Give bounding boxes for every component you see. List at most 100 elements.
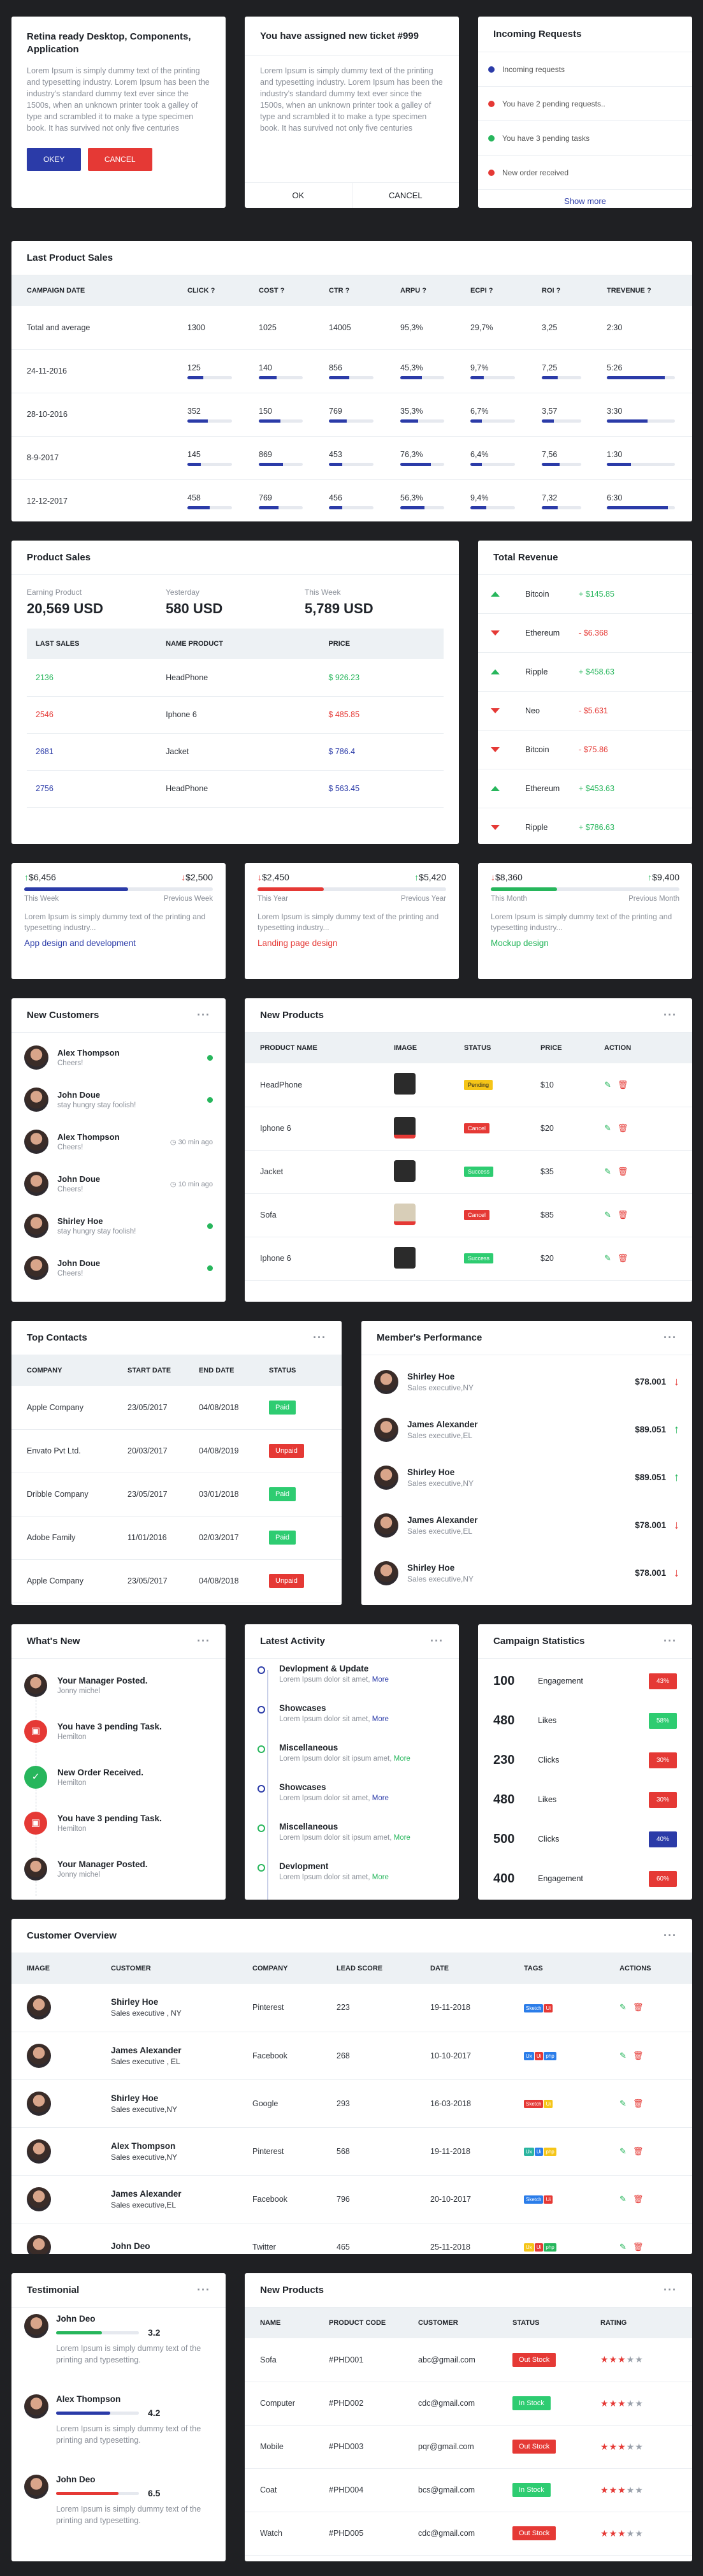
edit-icon[interactable]: ✎ [604,1123,611,1133]
avatar [374,1465,398,1490]
more-menu-icon[interactable]: ··· [663,1008,677,1022]
metric-cell: 1025 [243,306,314,350]
more-menu-icon[interactable]: ··· [313,1331,326,1344]
edit-icon[interactable]: ✎ [620,2051,627,2061]
member-item[interactable]: Shirley Hoe Sales executive,NY $78.001 ↓ [374,1358,679,1406]
products-table: NAME PRODUCT CODE CUSTOMER STATUS RATING Sofa… [245,2308,692,2556]
check-icon: ✓ [24,1766,47,1789]
summary-link[interactable]: Mockup design [491,938,679,948]
more-menu-icon[interactable]: ··· [663,1634,677,1648]
edit-icon[interactable]: ✎ [604,1080,611,1090]
campaign-count: 500 [493,1831,515,1846]
request-item[interactable]: You have 2 pending requests.. [478,87,692,121]
member-item[interactable]: Shirley Hoe Sales executive,NY $89.051 ↑ [374,1453,679,1501]
customer-item[interactable]: John Doue stay hungry stay foolish! [24,1079,213,1121]
member-value: $78.001 [635,1520,666,1530]
customer-item[interactable]: Shirley Hoe stay hungry stay foolish! [24,1205,213,1247]
more-menu-icon[interactable]: ··· [663,1929,677,1942]
previous-value: ↑$9,400 [648,872,679,882]
customer-name: Shirley Hoe [111,1997,159,2007]
edit-icon[interactable]: ✎ [620,2194,627,2204]
customer-item[interactable]: John Doue Cheers! ◷ 10 min ago [24,1163,213,1205]
news-item[interactable]: ▣ You have 3 pending Task. Hemilton [24,1708,213,1754]
trash-icon[interactable]: 🗑 [633,2194,644,2204]
trash-icon[interactable]: 🗑 [618,1210,628,1220]
summary-link[interactable]: App design and development [24,938,213,948]
revenue-row: Bitcoin - $75.86 [478,731,692,769]
news-item[interactable]: ▣ You have 3 pending Task. Hemilton [24,1800,213,1846]
customer-item[interactable]: Alex Thompson Cheers! [24,1037,213,1079]
metric-bar [470,375,516,379]
customer-item[interactable]: Alex Thompson Cheers! ◷ 30 min ago [24,1121,213,1163]
more-link[interactable]: More [394,1834,410,1842]
news-item[interactable]: Your Manager Posted. Jonny michel [24,1846,213,1892]
trash-icon[interactable]: 🗑 [633,2242,644,2252]
request-item[interactable]: You have 3 pending tasks [478,121,692,156]
more-menu-icon[interactable]: ··· [663,1331,677,1344]
more-link[interactable]: More [372,1794,389,1802]
summary-link[interactable]: Landing page design [257,938,446,948]
edit-icon[interactable]: ✎ [604,1167,611,1177]
member-item[interactable]: Shirley Hoe Sales executive,NY $78.001 ↓ [374,1549,679,1597]
card-title: Latest Activity [260,1636,325,1647]
edit-icon[interactable]: ✎ [604,1210,611,1220]
trash-icon[interactable]: 🗑 [633,2099,644,2109]
more-menu-icon[interactable]: ··· [197,2283,210,2297]
more-menu-icon[interactable]: ··· [197,1634,210,1648]
metric-value: 125 [187,363,201,372]
trash-icon[interactable]: 🗑 [633,2002,644,2012]
activity-text: Lorem Ipsum dolor sit amet, [279,1794,370,1802]
column-header: IMAGE [11,1953,96,1984]
cancel-button[interactable]: CANCEL [352,183,460,208]
trash-icon[interactable]: 🗑 [618,1080,628,1090]
more-link[interactable]: More [372,1715,389,1723]
trash-icon[interactable]: 🗑 [633,2146,644,2157]
trash-icon[interactable]: 🗑 [618,1253,628,1263]
more-link[interactable]: More [394,1755,410,1763]
request-item[interactable]: New order received [478,156,692,190]
more-link[interactable]: More [372,1676,389,1684]
ok-button[interactable]: OK [245,183,352,208]
metric-cell: 5:26 [591,349,692,393]
table-row: Watch #PHD005 cdc@gmail.com Out Stock ★★★★★ [245,2512,692,2556]
edit-icon[interactable]: ✎ [620,2002,627,2012]
member-item[interactable]: James Alexander Sales executive,EL $78.001… [374,1501,679,1549]
customer-name: John Doue [57,1258,101,1268]
news-item[interactable]: Your Manager Posted. Jonny michel [24,1663,213,1708]
revenue-row: Bitcoin + $145.85 [478,575,692,614]
trash-icon[interactable]: 🗑 [633,2051,644,2061]
more-menu-icon[interactable]: ··· [663,2283,677,2297]
edit-icon[interactable]: ✎ [620,2242,627,2252]
more-menu-icon[interactable]: ··· [197,1008,210,1022]
edit-icon[interactable]: ✎ [604,1253,611,1263]
rating-value: 4.2 [148,2408,161,2418]
cancel-button[interactable]: CANCEL [87,148,152,171]
table-row: Alex Thompson Sales executive,NY Pinterest… [11,2127,692,2176]
sale-id: 2681 [27,733,157,771]
edit-icon[interactable]: ✎ [620,2099,627,2109]
customer-item[interactable]: John Doue Cheers! [24,1247,213,1289]
table-row: Coat #PHD004 bcs@gmail.com In Stock ★★★★★ [245,2468,692,2512]
metric-cell: 458 [172,479,243,521]
stock-badge: Out Stock [512,2526,556,2540]
news-item[interactable]: ✓ New Order Received. Hemilton [24,1754,213,1800]
trash-icon[interactable]: 🗑 [618,1123,628,1133]
star-icon: ★ [626,2354,635,2365]
metric-cell: 76,3% [385,436,455,480]
more-link[interactable]: More [372,1874,389,1881]
campaign-count: 400 [493,1871,515,1886]
new-products-card: New Products ··· PRODUCT NAME IMAGE STATUS PR… [245,998,692,1302]
star-icon: ★ [609,2398,618,2408]
card-header: Campaign Statistics ··· [478,1624,692,1659]
show-more-link[interactable]: Show more [478,196,692,206]
member-item[interactable]: James Alexander Sales executive,EL $89.051… [374,1406,679,1453]
trash-icon[interactable]: 🗑 [618,1167,628,1177]
percent-badge: 30% [649,1791,677,1808]
campaign-statistics-card: Campaign Statistics ··· 100 Engagement 43% 48… [478,1624,692,1900]
star-icon: ★ [635,2354,644,2365]
okay-button[interactable]: OKEY [27,148,82,171]
more-menu-icon[interactable]: ··· [430,1634,444,1648]
edit-icon[interactable]: ✎ [620,2146,627,2157]
tag-badge: Sketch [524,2195,544,2204]
request-item[interactable]: Incoming requests [478,52,692,87]
